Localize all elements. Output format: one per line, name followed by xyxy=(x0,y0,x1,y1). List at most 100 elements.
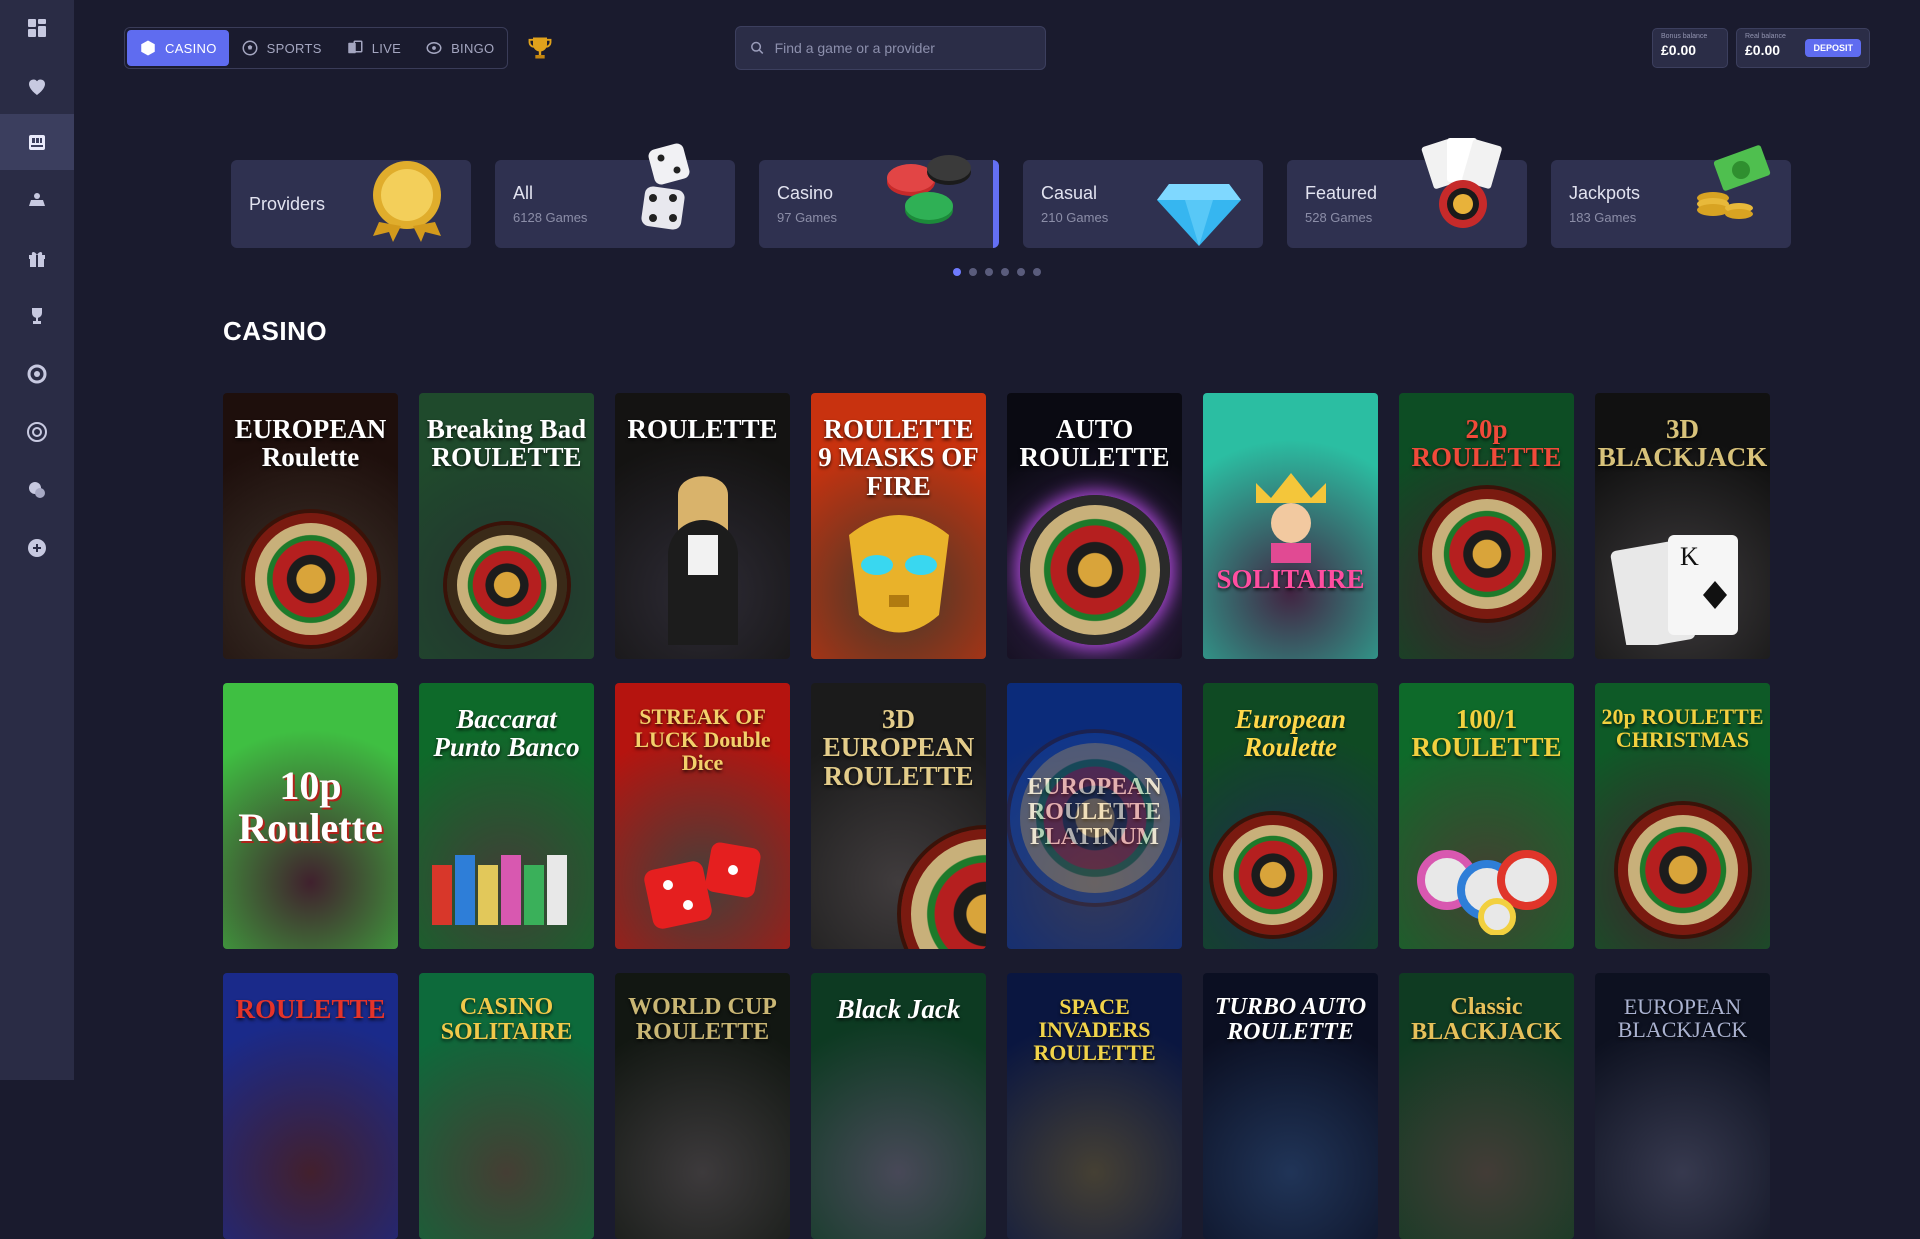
playing-cards-icon: K xyxy=(1610,535,1738,645)
roulette-icon xyxy=(27,422,47,442)
sidebar-item-tournaments[interactable] xyxy=(0,288,74,344)
game-title: CASINO SOLITAIRE xyxy=(440,994,573,1046)
game-title: SOLITAIRE xyxy=(1216,564,1365,594)
mode-switcher: CASINO SPORTS LIVE BINGO xyxy=(124,27,508,69)
roulette-wheel-icon xyxy=(901,829,986,949)
game-title: AUTO ROULETTE xyxy=(1019,414,1170,473)
sidebar-item-roulette[interactable] xyxy=(0,404,74,460)
game-tile[interactable]: Black Jack xyxy=(811,973,986,1239)
roulette-wheel-icon xyxy=(1009,733,1180,903)
game-tile[interactable]: AUTO ROULETTE xyxy=(1007,393,1182,659)
cube-icon xyxy=(141,40,155,56)
game-tile[interactable]: STREAK OF LUCK Double Dice xyxy=(615,683,790,949)
game-tile[interactable]: EUROPEAN Roulette xyxy=(223,393,398,659)
tab-casino-label: CASINO xyxy=(165,40,217,56)
carousel-dot[interactable] xyxy=(1033,268,1041,276)
trophy-icon[interactable] xyxy=(526,34,554,62)
game-title: 10p Roulette xyxy=(238,763,383,850)
sidebar-item-favourites[interactable] xyxy=(0,58,74,114)
gift-icon xyxy=(29,252,45,267)
sidebar-item-dashboard[interactable] xyxy=(0,0,74,56)
game-tile[interactable]: 10p Roulette xyxy=(223,683,398,949)
game-title: EUROPEAN BLACKJACK xyxy=(1617,994,1748,1043)
carousel-dot[interactable] xyxy=(1001,268,1009,276)
tab-casino[interactable]: CASINO xyxy=(127,30,229,66)
game-tile[interactable]: Classic BLACKJACK xyxy=(1399,973,1574,1239)
game-tile[interactable]: 3D EUROPEAN ROULETTE xyxy=(811,683,986,949)
game-title: STREAK OF LUCK Double Dice xyxy=(634,704,771,776)
game-title: Baccarat Punto Banco xyxy=(433,704,580,763)
game-tile[interactable]: SOLITAIRE xyxy=(1203,393,1378,659)
tab-live[interactable]: LIVE xyxy=(334,30,413,66)
sidebar-item-support[interactable] xyxy=(0,520,74,576)
game-title: ROULETTE 9 MASKS OF FIRE xyxy=(818,414,979,501)
game-tile[interactable]: Baccarat Punto Banco xyxy=(419,683,594,949)
tab-sports[interactable]: SPORTS xyxy=(229,30,334,66)
chips-icon xyxy=(887,155,971,224)
search-icon xyxy=(751,41,764,55)
game-tile[interactable]: ROULETTE 9 MASKS OF FIRE xyxy=(811,393,986,659)
game-tile[interactable]: EUROPEAN BLACKJACK xyxy=(1595,973,1770,1239)
game-tile[interactable]: 20p ROULETTE CHRISTMAS xyxy=(1595,683,1770,949)
game-title: 100/1 ROULETTE xyxy=(1411,704,1562,763)
settings-icon xyxy=(27,364,47,384)
top-bar: CASINO SPORTS LIVE BINGO Bonus balance £… xyxy=(74,0,1920,96)
game-tile[interactable]: EUROPEAN ROULETTE PLATINUM xyxy=(1007,683,1182,949)
game-title: 3D EUROPEAN ROULETTE xyxy=(822,704,975,791)
category-jackpots[interactable]: Jackpots 183 Games xyxy=(1551,145,1791,248)
sidebar-item-casino[interactable] xyxy=(0,114,74,170)
game-tile[interactable]: 3D BLACKJACK K xyxy=(1595,393,1770,659)
bingo-ball-icon xyxy=(426,42,442,54)
tab-bingo[interactable]: BINGO xyxy=(413,30,506,66)
category-casual[interactable]: Casual 210 Games xyxy=(1023,160,1263,248)
game-tile[interactable]: ROULETTE xyxy=(223,973,398,1239)
game-tile[interactable]: 20p ROULETTE xyxy=(1399,393,1574,659)
game-tile[interactable]: European Roulette xyxy=(1203,683,1378,949)
chip-stacks-icon xyxy=(431,855,567,925)
medal-icon xyxy=(373,161,441,242)
support-icon xyxy=(28,539,46,557)
game-title: European Roulette xyxy=(1234,704,1347,763)
game-tile[interactable]: SPACE INVADERS ROULETTE xyxy=(1007,973,1182,1239)
dashboard-icon xyxy=(28,19,46,37)
category-casino[interactable]: Casino 97 Games xyxy=(759,155,999,248)
game-tile[interactable]: TURBO AUTO ROULETTE xyxy=(1203,973,1378,1239)
search-input[interactable] xyxy=(774,40,1031,56)
game-tile[interactable]: Breaking Bad ROULETTE xyxy=(419,393,594,659)
category-providers[interactable]: Providers xyxy=(231,160,471,248)
sidebar-item-promotions[interactable] xyxy=(0,230,74,286)
roulette-wheel-icon xyxy=(1617,805,1748,935)
game-tile[interactable]: 100/1 ROULETTE xyxy=(1399,683,1574,949)
section-title: CASINO xyxy=(223,316,328,346)
carousel-dot[interactable] xyxy=(953,268,961,276)
game-tile[interactable]: CASINO SOLITAIRE xyxy=(419,973,594,1239)
roulette-wheel-icon xyxy=(446,525,567,645)
tab-live-label: LIVE xyxy=(371,40,402,56)
poker-chips-icon xyxy=(1416,850,1557,935)
game-tile[interactable]: ROULETTE xyxy=(615,393,790,659)
game-tile[interactable]: WORLD CUP ROULETTE xyxy=(615,973,790,1239)
dice-icon xyxy=(643,842,761,929)
dealer-icon xyxy=(667,476,738,645)
diamond-icon xyxy=(1157,184,1241,246)
bonus-balance-label: Bonus balance xyxy=(1661,33,1708,40)
roulette-wheel-icon xyxy=(244,513,377,645)
game-title: WORLD CUP ROULETTE xyxy=(628,994,777,1046)
sidebar-item-settings[interactable] xyxy=(0,346,74,402)
carousel-dot[interactable] xyxy=(1017,268,1025,276)
sidebar xyxy=(0,0,74,1080)
soccer-ball-icon xyxy=(242,40,258,56)
carousel-dot[interactable] xyxy=(969,268,977,276)
sidebar-item-chat[interactable] xyxy=(0,462,74,518)
sidebar-item-live-dealer[interactable] xyxy=(0,172,74,228)
game-title: 3D BLACKJACK xyxy=(1597,414,1768,473)
deposit-button[interactable]: DEPOSIT xyxy=(1805,39,1861,57)
carousel-dot[interactable] xyxy=(985,268,993,276)
svg-text:K: K xyxy=(1680,542,1699,571)
live-dealer-icon xyxy=(29,193,45,206)
cards-icon xyxy=(1421,138,1502,228)
category-featured[interactable]: Featured 528 Games xyxy=(1287,138,1527,248)
money-icon xyxy=(1697,145,1771,219)
category-all[interactable]: All 6128 Games xyxy=(495,143,735,248)
tab-bingo-label: BINGO xyxy=(451,40,495,56)
